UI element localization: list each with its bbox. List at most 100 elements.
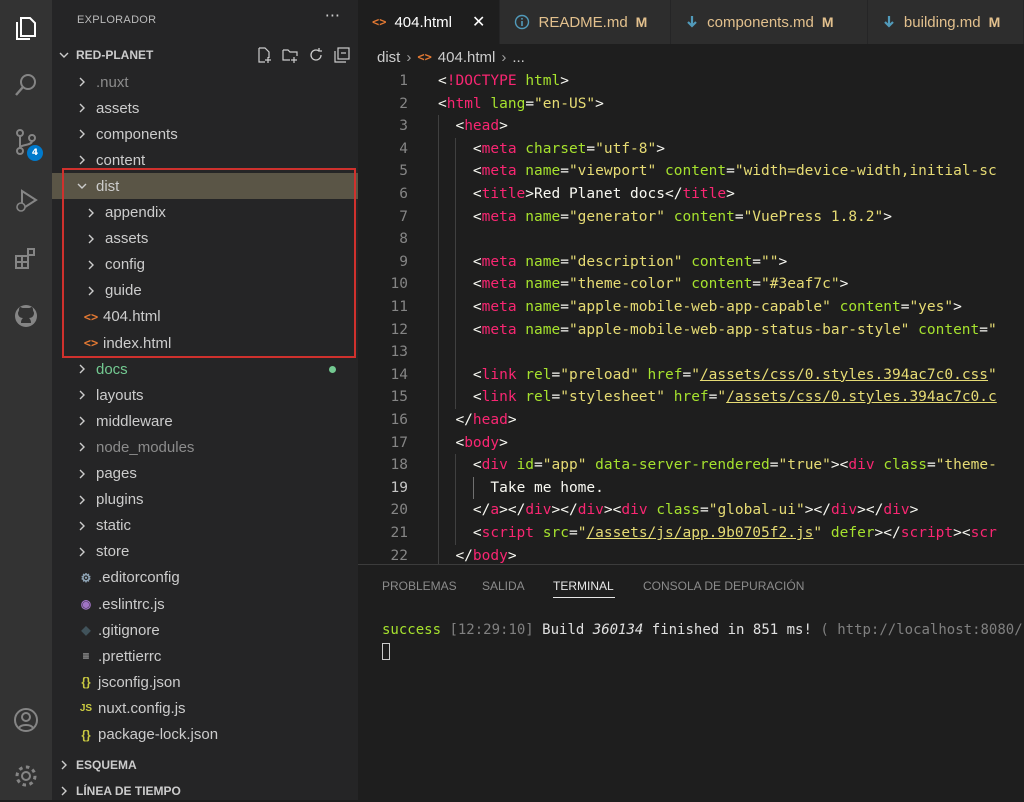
tree-item[interactable]: assets [52,226,358,252]
tree-item[interactable]: .nuxt [52,69,358,95]
new-file-icon[interactable] [255,46,272,63]
tab-404-html[interactable]: <> 404.html ✕ [358,0,501,44]
indent-guide [438,544,439,564]
code-token: Take me home. [490,479,604,496]
line-number: 16 [390,412,408,428]
chevron-right-icon [74,495,90,505]
tree-item[interactable]: <> index.html [52,330,358,356]
tab-output[interactable]: SALIDA [482,579,525,593]
search-icon[interactable] [0,61,52,109]
code-token: < [472,253,482,270]
project-section-header[interactable]: RED-PLANET [52,44,358,66]
line-number: 20 [390,502,408,519]
code-text: <link rel="preload" href="/assets/css/0.… [473,364,997,387]
tab-building-md[interactable]: building.md M [867,0,1024,44]
tree-item[interactable]: {} jsconfig.json [52,669,358,695]
tree-item[interactable]: layouts [52,382,358,408]
tree-item[interactable]: ⚙ .editorconfig [52,565,358,591]
tree-item[interactable]: content [52,147,358,173]
collapse-all-icon[interactable] [333,46,350,63]
code-token: > [909,502,919,519]
tree-item[interactable]: ◆ .gitignore [52,617,358,643]
more-actions-button[interactable]: ··· [325,6,340,25]
tree-item[interactable]: assets [52,95,358,121]
gear-icon[interactable] [0,752,52,800]
files-icon[interactable] [0,4,52,52]
code-token: < [455,118,465,135]
chevron-right-icon [83,234,99,244]
code-token: div [577,502,604,519]
line-number: 12 [390,321,408,338]
indent-guide [455,160,457,183]
run-debug-icon[interactable] [0,176,52,224]
tree-item[interactable]: appendix [52,200,358,226]
code-token: /assets/css/0.styles.394ac7c0.css [699,366,989,383]
terminal-url[interactable]: ( http://localhost:8080/ [820,622,1022,638]
chevron-right-icon [74,155,90,165]
code-token: !DOCTYPE [446,73,517,89]
tree-item[interactable]: guide [52,278,358,304]
tree-item[interactable]: {} package-lock.json [52,722,358,748]
tree-item[interactable]: pages [52,461,358,487]
close-icon[interactable]: ✕ [472,12,485,32]
code-token: "#3eaf7c" [761,276,840,293]
source-control-icon[interactable]: 4 [0,118,52,166]
tree-item[interactable]: static [52,513,358,539]
code-token: "description" [568,253,683,270]
code-editor[interactable]: 1 <!DOCTYPE html> 2 <html lang="en-US"> 3 <he… [358,70,1024,564]
tree-item[interactable]: JS nuxt.config.js [52,695,358,721]
tab-debug-console[interactable]: CONSOLA DE DEPURACIÓN [643,579,804,593]
tree-item-label: static [96,517,132,535]
extensions-icon[interactable] [0,234,52,282]
tab-components-md[interactable]: components.md M [671,0,868,44]
tree-item[interactable]: plugins [52,487,358,513]
tab-problems[interactable]: PROBLEMAS [382,579,457,593]
code-line: 13 [358,341,1024,364]
tree-item[interactable]: dist [52,173,358,200]
code-token: = [560,321,569,338]
code-token: title [682,186,727,202]
indent-guide [438,522,439,545]
outline-label: ESQUEMA [76,758,137,772]
code-token: /assets/js/app.9b0705f2.js [586,525,814,541]
tab-terminal[interactable]: TERMINAL [553,579,614,593]
tree-item[interactable]: components [52,121,358,147]
indent-guide [438,476,439,500]
indent-guide [455,363,457,387]
breadcrumb-folder[interactable]: dist [377,49,400,66]
tree-item[interactable]: docs [52,356,358,382]
indent-guide [455,341,457,364]
code-token: div [525,502,552,519]
code-token: >< [830,457,849,474]
breadcrumb-file[interactable]: 404.html [438,49,496,66]
code-text: <link rel="stylesheet" href="/assets/css… [473,386,997,409]
indent-guide [438,499,439,522]
code-token: "viewport" [568,163,657,180]
account-icon[interactable] [0,696,52,744]
indent-guide [438,160,439,183]
code-token: = [726,163,735,180]
tree-item[interactable]: store [52,539,358,565]
outline-section-header[interactable]: ESQUEMA [52,754,358,776]
terminal-output-line[interactable]: success [12:29:10] Build 360134 finished… [382,622,1023,638]
code-line: 14 <link rel="preload" href="/assets/css/… [358,363,1024,387]
github-icon[interactable] [0,292,52,340]
tree-item[interactable]: middleware [52,408,358,434]
refresh-icon[interactable] [307,46,324,63]
html-icon: <> [417,50,432,64]
new-folder-icon[interactable] [281,46,298,63]
timeline-section-header[interactable]: LÍNEA DE TIEMPO [52,780,358,802]
code-line: 21 <script src="/assets/js/app.9b0705f2.j… [358,522,1024,545]
code-token: < [472,525,482,541]
breadcrumb-symbol[interactable]: ... [512,49,525,66]
tab-readme-md[interactable]: README.md M [500,0,672,44]
tree-item[interactable]: ≡ .prettierrc [52,643,358,669]
tree-item[interactable]: config [52,252,358,278]
tree-item[interactable]: node_modules [52,434,358,460]
tree-item[interactable]: <> 404.html [52,304,358,330]
tree-item[interactable]: ◉ .eslintrc.js [52,591,358,617]
